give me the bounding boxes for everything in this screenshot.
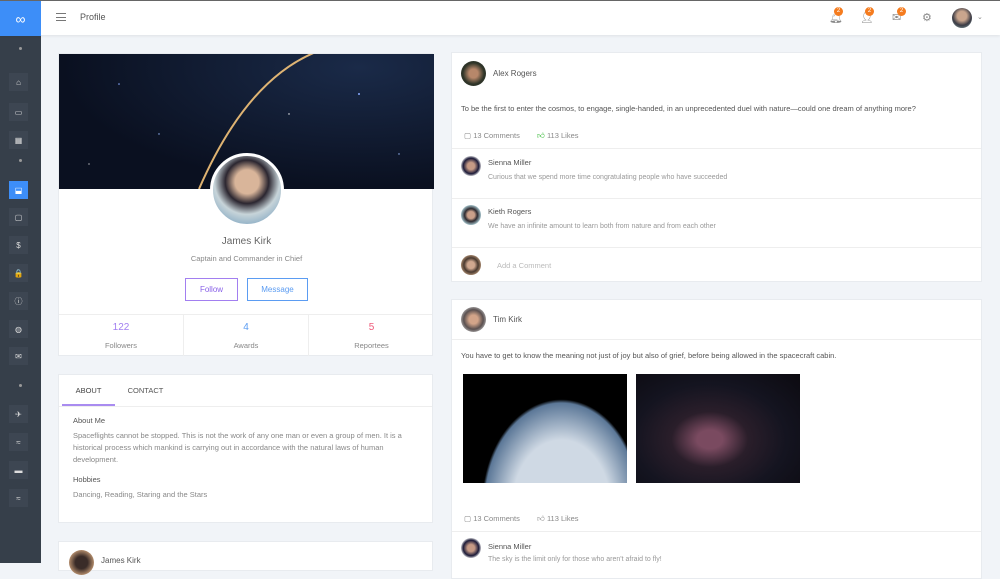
info-icon[interactable]: ⓘ <box>9 292 28 310</box>
add-comment-input[interactable]: Add a Comment <box>497 261 551 270</box>
hobbies-heading: Hobbies <box>73 475 101 484</box>
about-card: ABOUT CONTACT About Me Spaceflights cann… <box>58 374 433 523</box>
stat-awards: 4 Awards <box>184 314 309 356</box>
user-icon[interactable]: 👤︎ 2 <box>860 7 874 24</box>
message-button[interactable]: Message <box>247 278 308 301</box>
messages-badge: 2 <box>897 7 906 16</box>
comment-text: Curious that we spend more time congratu… <box>488 174 728 181</box>
home-icon[interactable]: ⌂ <box>9 73 28 91</box>
follow-button[interactable]: Follow <box>185 278 238 301</box>
card-icon[interactable]: ▬ <box>9 461 28 479</box>
user-icon[interactable]: ⬓ <box>9 181 28 199</box>
top-bar: ∞ Profile 🔔︎ 2 👤︎ 2 ✉ 2 ⚙ ⌄ <box>0 0 1000 36</box>
comment-item: Sienna Miller Curious that we spend more… <box>452 149 981 198</box>
chart-icon[interactable]: ≈ <box>9 433 28 451</box>
lock-icon[interactable]: 🔒 <box>9 264 28 282</box>
commenter-name: Sienna Miller <box>488 542 532 551</box>
plane-icon[interactable]: ✈ <box>9 405 28 423</box>
post-text: To be the first to enter the cosmos, to … <box>461 104 916 113</box>
post-text: You have to get to know the meaning not … <box>461 351 837 360</box>
author-avatar <box>461 61 486 86</box>
users-badge: 2 <box>865 7 874 16</box>
author-name: Tim Kirk <box>493 315 523 324</box>
post-card: Tim Kirk You have to get to know the mea… <box>451 299 982 579</box>
thumbs-up-icon: 👍︎ <box>537 514 545 523</box>
wave-icon[interactable]: ≈ <box>9 489 28 507</box>
stat-label: Followers <box>104 341 138 350</box>
stat-value: 122 <box>112 322 130 333</box>
stat-followers: 122 Followers <box>59 314 184 356</box>
thumbs-up-icon: 👍︎ <box>537 131 545 140</box>
comment-icon: ▢ <box>464 131 472 140</box>
about-text: Spaceflights cannot be stopped. This is … <box>73 431 402 464</box>
comment-icon: ▢ <box>464 514 472 523</box>
mail-icon[interactable]: ✉ <box>9 347 28 365</box>
globe-icon[interactable]: ◍ <box>9 320 28 338</box>
commenter-name: Kieth Rogers <box>488 207 532 216</box>
gear-icon[interactable]: ⚙ <box>922 11 932 24</box>
hobbies-text: Dancing, Reading, Staring and the Stars <box>73 490 208 499</box>
grid-icon[interactable]: ▦ <box>9 131 28 149</box>
profile-card: James Kirk Captain and Commander in Chie… <box>58 53 434 356</box>
author-avatar <box>461 307 486 332</box>
comments-count: 13 Comments <box>473 131 520 140</box>
commenter-avatar <box>461 156 481 176</box>
stat-value: 4 <box>243 322 249 333</box>
tab-about[interactable]: ABOUT <box>62 375 115 406</box>
logo-icon[interactable]: ∞ <box>0 1 41 36</box>
commenter-name: Sienna Miller <box>488 158 532 167</box>
mini-post-card: James Kirk <box>58 541 433 575</box>
night-sky-arch-image <box>636 374 800 483</box>
section-dot <box>19 384 22 387</box>
tab-contact[interactable]: CONTACT <box>119 375 172 406</box>
profile-name: James Kirk <box>221 236 272 247</box>
comments-count: 13 Comments <box>473 514 520 523</box>
about-heading: About Me <box>73 416 106 425</box>
mail-icon[interactable]: ✉ 2 <box>892 7 906 24</box>
stat-reportees: 5 Reportees <box>309 314 434 356</box>
section-dot <box>19 47 22 50</box>
chat-icon[interactable]: ▢ <box>9 208 28 226</box>
likes-button[interactable]: 👍︎ 113 Likes <box>537 514 579 524</box>
author-name: James Kirk <box>101 556 141 565</box>
comments-button[interactable]: ▢ 13 Comments <box>464 131 520 140</box>
section-dot <box>19 159 22 162</box>
comment-text: We have an infinite amount to learn both… <box>488 223 716 230</box>
bell-icon[interactable]: 🔔︎ 2 <box>829 7 843 24</box>
comment-item: Kieth Rogers We have an infinite amount … <box>452 198 981 247</box>
notification-badge: 2 <box>834 7 843 16</box>
comment-text: The sky is the limit only for those who … <box>488 556 662 563</box>
spacecraft-image <box>463 374 627 483</box>
likes-count: 113 Likes <box>546 131 579 140</box>
stat-label: Awards <box>233 341 259 350</box>
page-title: Profile <box>80 12 106 22</box>
stat-value: 5 <box>368 322 375 333</box>
chevron-down-icon[interactable]: ⌄ <box>977 13 983 21</box>
profile-avatar <box>210 153 284 227</box>
dollar-icon[interactable]: $ <box>9 236 28 254</box>
folder-icon[interactable]: ▭ <box>9 103 28 121</box>
commenter-avatar <box>461 538 481 558</box>
menu-icon[interactable] <box>56 13 66 21</box>
likes-count: 113 Likes <box>546 514 579 523</box>
post-card: Alex Rogers To be the first to enter the… <box>451 52 982 282</box>
commenter-avatar <box>461 205 481 225</box>
likes-button[interactable]: 👍︎ 113 Likes <box>537 131 579 141</box>
avatar[interactable] <box>952 8 972 28</box>
author-name: Alex Rogers <box>493 69 537 78</box>
sidebar: ⌂ ▭ ▦ ⬓ ▢ $ 🔒 ⓘ ◍ ✉ ✈ ≈ ▬ ≈ <box>0 35 41 563</box>
stat-label: Reportees <box>354 341 389 350</box>
current-user-avatar <box>461 255 481 275</box>
profile-title: Captain and Commander in Chief <box>190 254 303 263</box>
comments-button[interactable]: ▢ 13 Comments <box>464 514 520 523</box>
